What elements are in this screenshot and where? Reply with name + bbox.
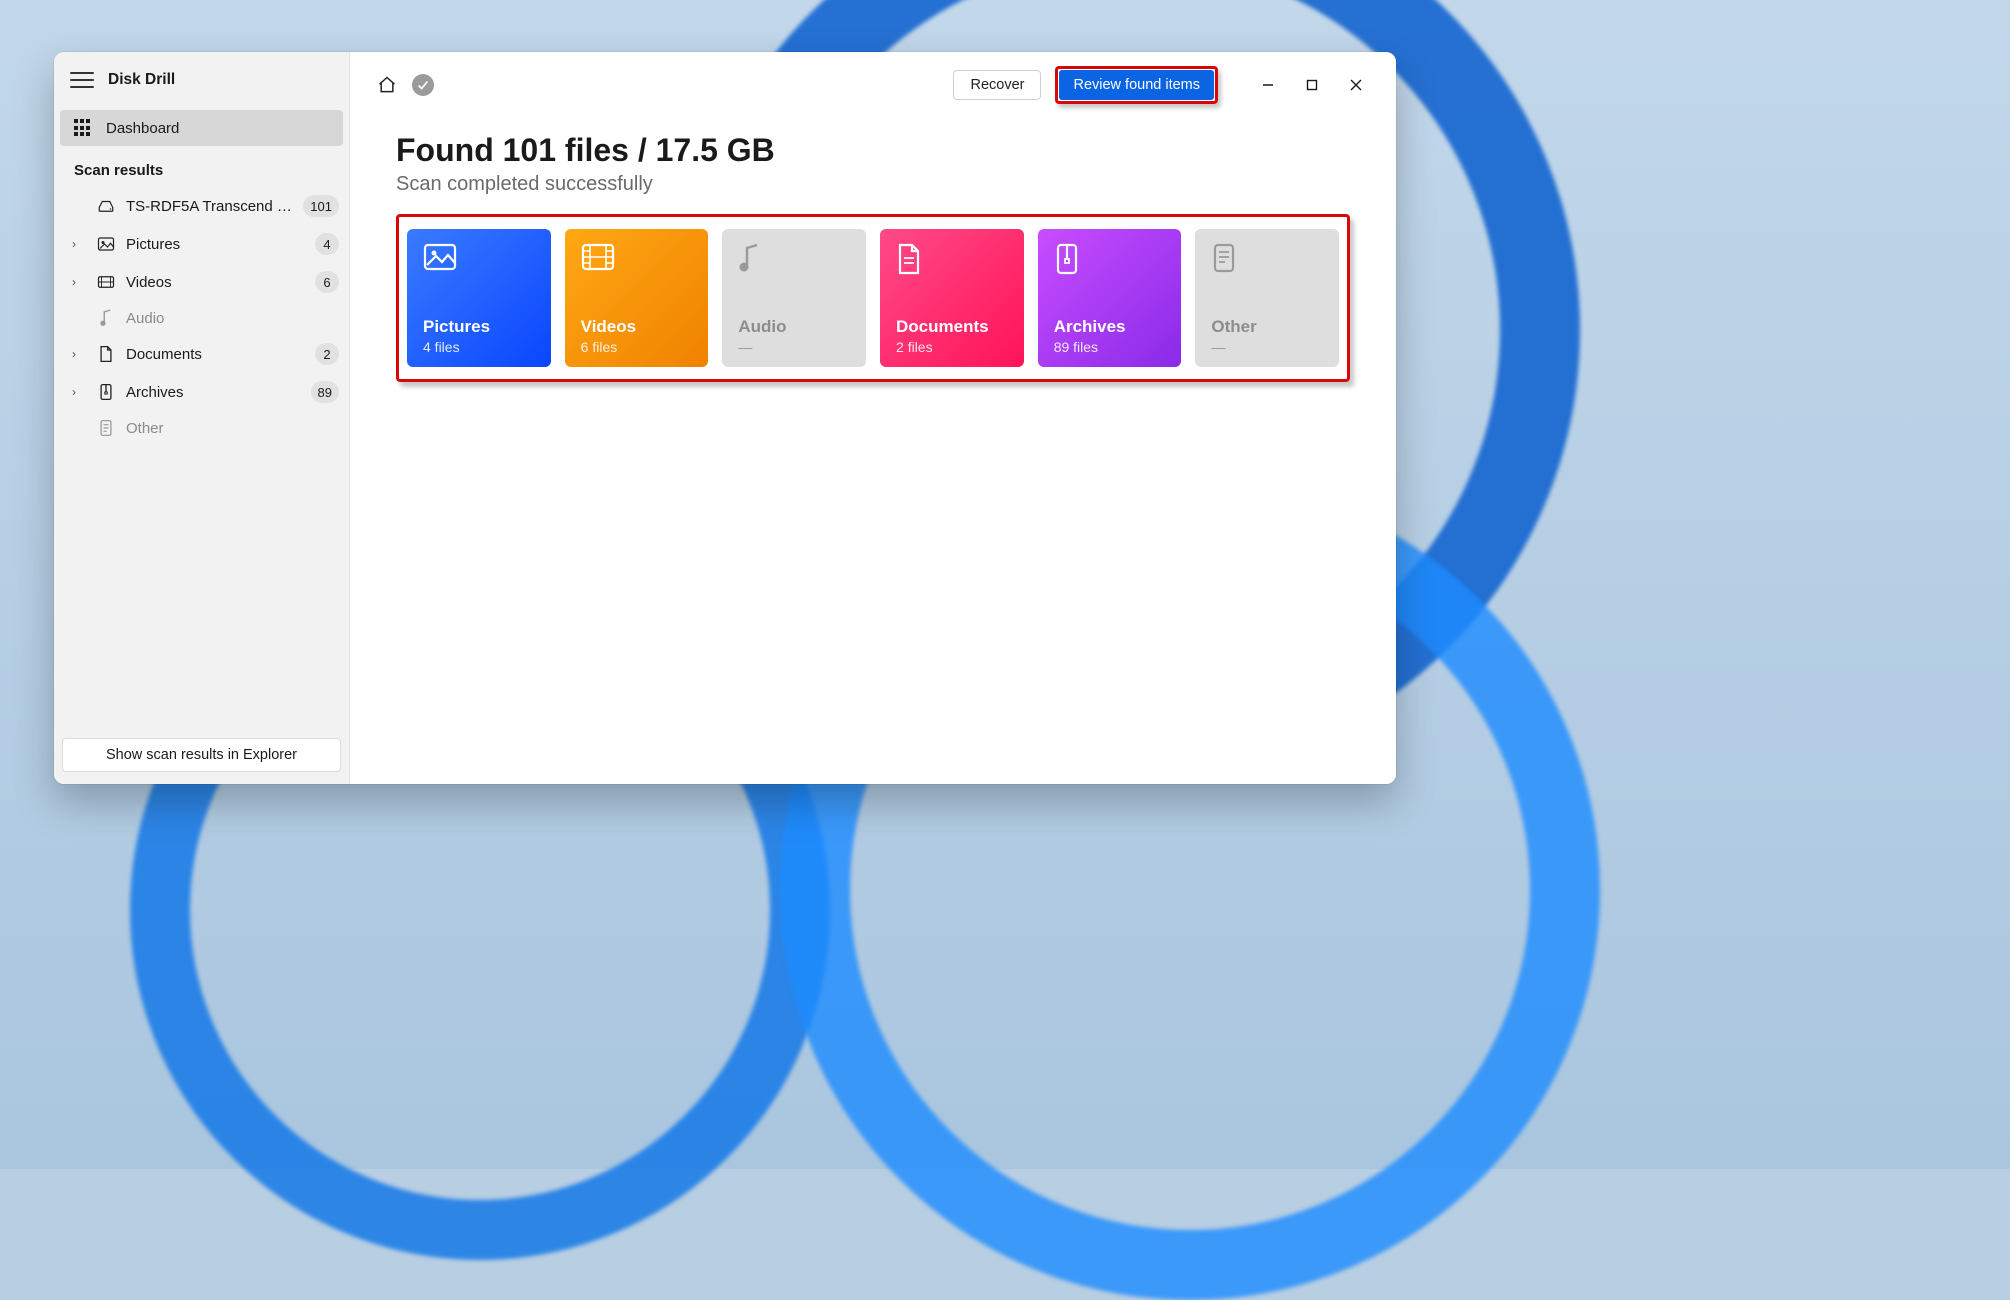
music-note-icon — [96, 309, 116, 327]
image-icon — [423, 243, 535, 277]
sidebar-item-audio[interactable]: › Audio — [54, 301, 349, 335]
sidebar-item-label: Audio — [126, 310, 339, 327]
category-count: — — [738, 339, 850, 355]
chevron-right-icon: › — [72, 237, 86, 251]
sidebar-section-title: Scan results — [54, 156, 349, 187]
categories-highlight: Pictures 4 files Videos 6 files — [396, 214, 1350, 382]
sidebar-item-label: Archives — [126, 384, 301, 401]
scan-complete-icon[interactable] — [412, 74, 434, 96]
page-title: Found 101 files / 17.5 GB — [396, 132, 1350, 169]
menu-icon[interactable] — [70, 68, 94, 92]
category-card-other[interactable]: Other — — [1195, 229, 1339, 367]
review-found-items-button[interactable]: Review found items — [1059, 70, 1214, 100]
category-cards: Pictures 4 files Videos 6 files — [407, 229, 1339, 367]
category-card-audio[interactable]: Audio — — [722, 229, 866, 367]
sidebar-item-label: Other — [126, 420, 339, 437]
drive-icon — [96, 199, 116, 213]
category-count: 4 files — [423, 339, 535, 355]
sidebar-item-dashboard[interactable]: Dashboard — [60, 110, 343, 146]
count-badge: 89 — [311, 381, 339, 403]
app-window: Disk Drill Dashboard Scan results › TS-R… — [54, 52, 1396, 784]
category-card-pictures[interactable]: Pictures 4 files — [407, 229, 551, 367]
sidebar-footer: Show scan results in Explorer — [54, 728, 349, 784]
category-card-archives[interactable]: Archives 89 files — [1038, 229, 1182, 367]
sidebar-item-other[interactable]: › Other — [54, 411, 349, 445]
topbar: Recover Review found items — [350, 52, 1396, 114]
category-title: Audio — [738, 317, 850, 337]
document-icon — [896, 243, 1008, 277]
sidebar-item-label: Documents — [126, 346, 305, 363]
chevron-right-icon: › — [72, 275, 86, 289]
maximize-button[interactable] — [1290, 70, 1334, 100]
chevron-right-icon: › — [72, 385, 86, 399]
sidebar-item-device[interactable]: › TS-RDF5A Transcend US… 101 — [54, 187, 349, 225]
sidebar-item-label: Videos — [126, 274, 305, 291]
window-controls — [1246, 70, 1378, 100]
category-count: — — [1211, 339, 1323, 355]
file-icon — [1211, 243, 1323, 277]
sidebar: Disk Drill Dashboard Scan results › TS-R… — [54, 52, 350, 784]
archive-icon — [96, 383, 116, 401]
category-title: Archives — [1054, 317, 1166, 337]
file-icon — [96, 419, 116, 437]
document-icon — [96, 345, 116, 363]
category-count: 6 files — [581, 339, 693, 355]
minimize-button[interactable] — [1246, 70, 1290, 100]
chevron-right-icon: › — [72, 347, 86, 361]
sidebar-item-label: TS-RDF5A Transcend US… — [126, 198, 293, 215]
category-title: Documents — [896, 317, 1008, 337]
category-title: Videos — [581, 317, 693, 337]
category-card-videos[interactable]: Videos 6 files — [565, 229, 709, 367]
image-icon — [96, 236, 116, 252]
archive-icon — [1054, 243, 1166, 277]
video-icon — [96, 275, 116, 289]
main-panel: Recover Review found items Found 101 fil… — [350, 52, 1396, 784]
sidebar-item-label: Pictures — [126, 236, 305, 253]
category-count: 2 files — [896, 339, 1008, 355]
sidebar-header: Disk Drill — [54, 52, 349, 104]
close-button[interactable] — [1334, 70, 1378, 100]
sidebar-item-documents[interactable]: › Documents 2 — [54, 335, 349, 373]
main-content: Found 101 files / 17.5 GB Scan completed… — [350, 114, 1396, 382]
dashboard-label: Dashboard — [106, 120, 179, 137]
review-button-highlight: Review found items — [1055, 66, 1218, 104]
category-title: Other — [1211, 317, 1323, 337]
sidebar-item-archives[interactable]: › Archives 89 — [54, 373, 349, 411]
count-badge: 6 — [315, 271, 339, 293]
recover-button[interactable]: Recover — [953, 70, 1041, 100]
count-badge: 4 — [315, 233, 339, 255]
video-icon — [581, 243, 693, 277]
sidebar-item-videos[interactable]: › Videos 6 — [54, 263, 349, 301]
page-subtitle: Scan completed successfully — [396, 173, 1350, 196]
sidebar-item-pictures[interactable]: › Pictures 4 — [54, 225, 349, 263]
count-badge: 101 — [303, 195, 339, 217]
music-note-icon — [738, 243, 850, 277]
count-badge: 2 — [315, 343, 339, 365]
home-icon[interactable] — [376, 74, 398, 96]
app-title: Disk Drill — [108, 71, 175, 89]
dashboard-icon — [74, 119, 92, 137]
category-count: 89 files — [1054, 339, 1166, 355]
show-in-explorer-button[interactable]: Show scan results in Explorer — [62, 738, 341, 772]
category-card-documents[interactable]: Documents 2 files — [880, 229, 1024, 367]
category-title: Pictures — [423, 317, 535, 337]
